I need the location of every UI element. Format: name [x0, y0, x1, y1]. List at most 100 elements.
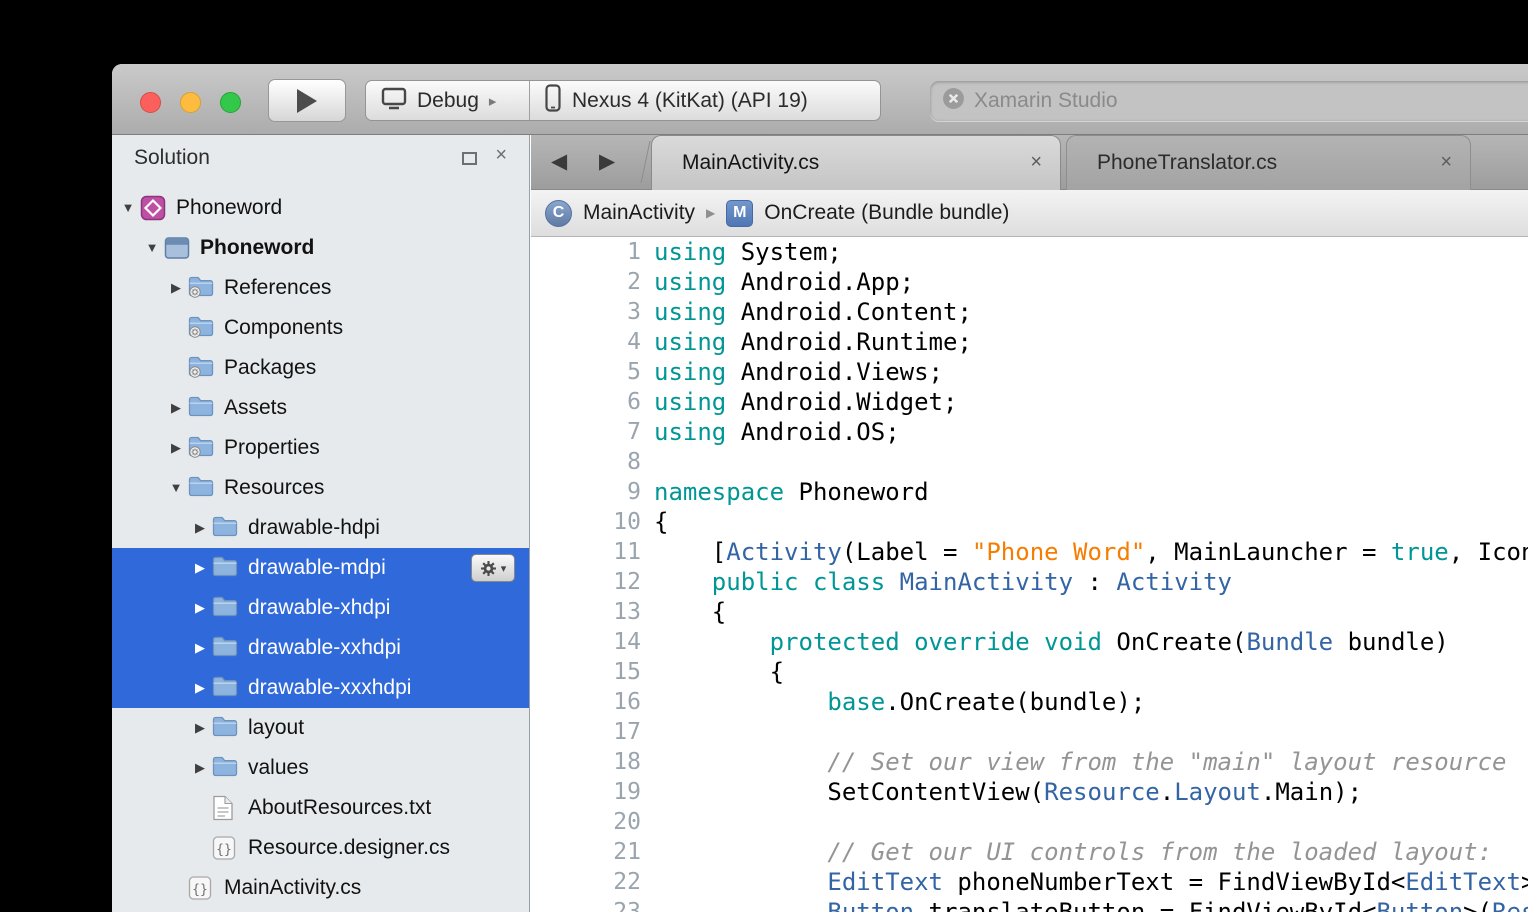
- file-code-icon: {}: [212, 835, 238, 861]
- tree-item-label: AboutResources.txt: [248, 788, 431, 828]
- editor-area: ◀ ▶ MainActivity.cs × PhoneTranslator.cs…: [531, 135, 1528, 912]
- close-pad-icon[interactable]: ×: [495, 144, 507, 167]
- tree-item-drawable-xxxhdpi[interactable]: ▶ drawable-xxxhdpi: [112, 668, 529, 708]
- line-number: 16: [531, 687, 641, 717]
- folder-icon: [212, 555, 238, 581]
- disclosure-down-icon[interactable]: ▼: [142, 228, 162, 268]
- line-number: 20: [531, 807, 641, 837]
- tree-item-label: References: [224, 268, 331, 308]
- code-line-8: 8: [531, 447, 1528, 477]
- disclosure-right-icon[interactable]: ▶: [190, 548, 210, 588]
- chevron-right-icon: ▶: [706, 206, 715, 220]
- disclosure-down-icon[interactable]: ▼: [118, 188, 138, 228]
- divider: [641, 141, 651, 183]
- tree-item-packages[interactable]: Packages: [112, 348, 529, 388]
- project-icon: [164, 235, 190, 261]
- disclosure-right-icon[interactable]: ▶: [190, 588, 210, 628]
- build-configuration-button[interactable]: Debug ▸: [366, 81, 529, 120]
- tree-item-values[interactable]: ▶values: [112, 748, 529, 788]
- folder-icon: [212, 595, 238, 621]
- play-icon: [296, 88, 318, 114]
- tab-label: MainActivity.cs: [682, 136, 819, 189]
- code-line-19: 19 SetContentView(Resource.Layout.Main);: [531, 777, 1528, 807]
- xamarin-studio-window: Debug ▸ Nexus 4 (KitKat) (API 19): [112, 64, 1528, 912]
- file-text-icon: [212, 795, 238, 821]
- tab-mainactivity[interactable]: MainActivity.cs ×: [651, 135, 1061, 190]
- desktop-background: Debug ▸ Nexus 4 (KitKat) (API 19): [0, 0, 1528, 912]
- run-button[interactable]: [268, 79, 346, 122]
- breadcrumb-member[interactable]: OnCreate (Bundle bundle): [764, 201, 1009, 225]
- code-line-13: 13 {: [531, 597, 1528, 627]
- close-tab-icon[interactable]: ×: [1440, 136, 1452, 189]
- tree-item-references[interactable]: ▶ References: [112, 268, 529, 308]
- dock-pad-icon[interactable]: [462, 152, 477, 165]
- folder-badge-icon: [188, 315, 214, 341]
- code-line-11: 11 [Activity(Label = "Phone Word", MainL…: [531, 537, 1528, 567]
- disclosure-right-icon[interactable]: ▶: [190, 628, 210, 668]
- disclosure-right-icon[interactable]: ▶: [190, 708, 210, 748]
- code-line-12: 12 public class MainActivity : Activity: [531, 567, 1528, 597]
- tree-item-mainactivity-cs[interactable]: {}MainActivity.cs: [112, 868, 529, 908]
- tree-item-properties[interactable]: ▶Properties: [112, 428, 529, 468]
- folder-icon: [212, 515, 238, 541]
- search-field[interactable]: Xamarin Studio: [930, 81, 1528, 121]
- tree-item-resource-designer-cs[interactable]: {}Resource.designer.cs: [112, 828, 529, 868]
- code-line-6: 6using Android.Widget;: [531, 387, 1528, 417]
- tree-item-label: drawable-hdpi: [248, 508, 380, 548]
- tree-item-label: MainActivity.cs: [224, 868, 361, 908]
- tree-item-components[interactable]: Components: [112, 308, 529, 348]
- disclosure-right-icon[interactable]: ▶: [190, 668, 210, 708]
- line-number: 13: [531, 597, 641, 627]
- code-line-10: 10{: [531, 507, 1528, 537]
- tree-item-aboutresources-txt[interactable]: AboutResources.txt: [112, 788, 529, 828]
- code-line-5: 5using Android.Views;: [531, 357, 1528, 387]
- tree-item-drawable-mdpi[interactable]: ▶drawable-mdpi▾: [112, 548, 529, 588]
- tree-item-layout[interactable]: ▶layout: [112, 708, 529, 748]
- zoom-window-button[interactable]: [220, 92, 241, 113]
- tree-item-resources[interactable]: ▼Resources: [112, 468, 529, 508]
- tree-item-label: drawable-xxhdpi: [248, 628, 401, 668]
- disclosure-right-icon[interactable]: ▶: [166, 268, 186, 308]
- search-placeholder: Xamarin Studio: [974, 89, 1118, 113]
- device-selector-button[interactable]: Nexus 4 (KitKat) (API 19): [530, 81, 880, 120]
- tree-item-drawable-xhdpi[interactable]: ▶drawable-xhdpi: [112, 588, 529, 628]
- folder-icon: [212, 675, 238, 701]
- tree-item-phoneword[interactable]: ▼Phoneword: [112, 188, 529, 228]
- tab-label: PhoneTranslator.cs: [1097, 136, 1277, 189]
- line-number: 21: [531, 837, 641, 867]
- line-number: 9: [531, 477, 641, 507]
- tree-item-drawable-hdpi[interactable]: ▶ drawable-hdpi: [112, 508, 529, 548]
- line-number: 8: [531, 447, 641, 477]
- close-window-button[interactable]: [140, 92, 161, 113]
- line-number: 12: [531, 567, 641, 597]
- pad-title: Solution: [134, 146, 210, 170]
- minimize-window-button[interactable]: [180, 92, 201, 113]
- line-number: 5: [531, 357, 641, 387]
- code-line-1: 1using System;: [531, 237, 1528, 267]
- tree-item-assets[interactable]: ▶Assets: [112, 388, 529, 428]
- tree-item-phoneword[interactable]: ▼Phoneword: [112, 228, 529, 268]
- disclosure-right-icon[interactable]: ▶: [166, 388, 186, 428]
- line-number: 14: [531, 627, 641, 657]
- solution-pad: Solution × ▼Phoneword▼Phoneword▶Referenc…: [112, 135, 530, 912]
- line-number: 15: [531, 657, 641, 687]
- gear-menu-button[interactable]: ▾: [471, 554, 515, 582]
- navigate-back-button[interactable]: ◀: [551, 135, 567, 188]
- disclosure-right-icon[interactable]: ▶: [190, 748, 210, 788]
- disclosure-down-icon[interactable]: ▼: [166, 468, 186, 508]
- code-line-2: 2using Android.App;: [531, 267, 1528, 297]
- line-number: 2: [531, 267, 641, 297]
- breadcrumb-class[interactable]: MainActivity: [583, 201, 695, 225]
- disclosure-right-icon[interactable]: ▶: [190, 508, 210, 548]
- code-area[interactable]: 1using System;2using Android.App;3using …: [531, 237, 1528, 912]
- code-line-15: 15 {: [531, 657, 1528, 687]
- navigate-forward-button[interactable]: ▶: [599, 135, 615, 188]
- disclosure-right-icon[interactable]: ▶: [166, 428, 186, 468]
- method-icon: M: [726, 200, 753, 227]
- code-line-14: 14 protected override void OnCreate(Bund…: [531, 627, 1528, 657]
- tree-item-drawable-xxhdpi[interactable]: ▶ drawable-xxhdpi: [112, 628, 529, 668]
- class-icon: C: [545, 200, 572, 227]
- close-tab-icon[interactable]: ×: [1030, 136, 1042, 189]
- tree-item-label: drawable-xxxhdpi: [248, 668, 411, 708]
- tab-phonetranslator[interactable]: PhoneTranslator.cs ×: [1066, 135, 1471, 190]
